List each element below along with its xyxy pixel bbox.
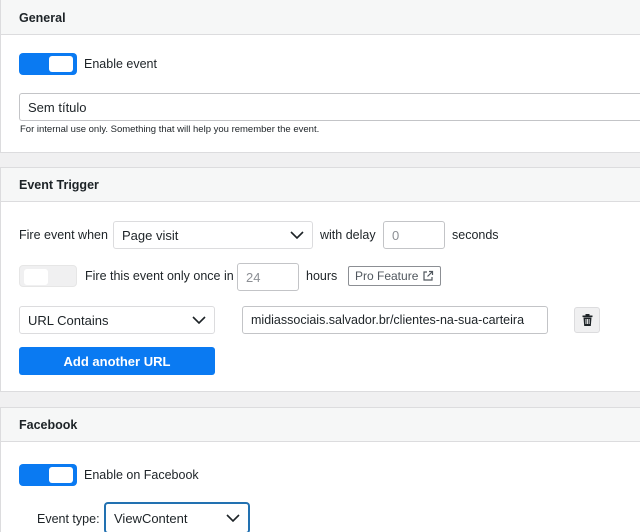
add-another-url-button[interactable]: Add another URL (19, 347, 215, 375)
general-panel-title: General (1, 0, 640, 35)
seconds-label: seconds (452, 228, 499, 242)
fire-once-label: Fire this event only once in (85, 269, 234, 283)
fire-once-toggle[interactable] (19, 265, 77, 287)
event-type-value: ViewContent (114, 510, 188, 526)
chevron-down-icon (226, 514, 240, 522)
fire-event-when-value: Page visit (122, 227, 179, 243)
event-name-input[interactable]: Sem título (19, 93, 640, 121)
toggle-knob (49, 467, 73, 483)
toggle-knob (49, 56, 73, 72)
enable-facebook-label: Enable on Facebook (84, 468, 199, 482)
facebook-panel-title: Facebook (1, 408, 640, 442)
trash-icon (582, 314, 592, 326)
event-type-select[interactable]: ViewContent (105, 503, 249, 532)
fire-event-when-select[interactable]: Page visit (113, 221, 313, 249)
url-condition-value: URL Contains (28, 312, 109, 328)
hours-input[interactable]: 24 (237, 263, 299, 291)
chevron-down-icon (192, 316, 206, 324)
url-condition-select[interactable]: URL Contains (19, 306, 215, 334)
delay-input[interactable]: 0 (383, 221, 445, 249)
facebook-panel: Facebook Enable on Facebook Event type: … (0, 407, 640, 532)
enable-event-label: Enable event (84, 57, 157, 71)
pro-feature-label: Pro Feature (355, 269, 419, 283)
enable-facebook-toggle[interactable] (19, 464, 77, 486)
url-input[interactable]: midiassociais.salvador.br/clientes-na-su… (242, 306, 548, 334)
external-link-icon (423, 270, 434, 281)
toggle-knob (24, 269, 48, 285)
event-trigger-panel-title: Event Trigger (1, 168, 640, 202)
delete-url-button[interactable] (574, 307, 600, 333)
with-delay-label: with delay (320, 228, 376, 242)
general-panel: General Enable event Sem título For inte… (0, 0, 640, 153)
fire-event-when-label: Fire event when (19, 228, 108, 242)
enable-event-toggle[interactable] (19, 53, 77, 75)
pro-feature-badge[interactable]: Pro Feature (348, 266, 442, 286)
hours-label: hours (306, 269, 338, 283)
event-type-label: Event type: (37, 512, 100, 526)
chevron-down-icon (290, 231, 304, 239)
event-name-help: For internal use only. Something that wi… (20, 124, 320, 135)
event-trigger-panel: Event Trigger Fire event when Page visit… (0, 167, 640, 392)
